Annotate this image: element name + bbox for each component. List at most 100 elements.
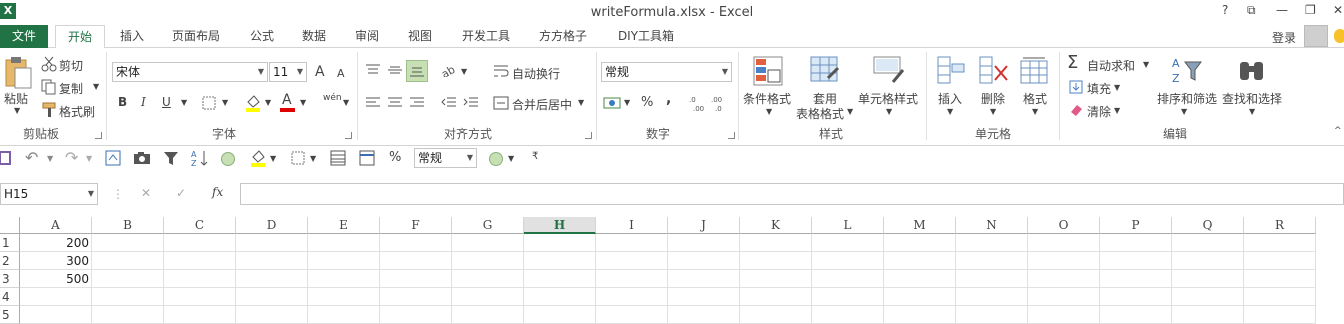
- chevron-down-icon[interactable]: ▼: [1114, 106, 1120, 115]
- copy-icon[interactable]: [41, 79, 57, 95]
- chevron-down-icon[interactable]: ▼: [1114, 83, 1120, 92]
- tab-fangfang[interactable]: 方方格子: [532, 25, 594, 48]
- column-header-j[interactable]: J: [668, 217, 740, 234]
- delete-cells-icon[interactable]: [979, 56, 1009, 86]
- font-name-select[interactable]: 宋体 ▼: [112, 62, 268, 82]
- chevron-down-icon[interactable]: ▼: [343, 98, 349, 107]
- chevron-down-icon[interactable]: ▼: [1249, 107, 1255, 116]
- cell-styles-button[interactable]: 单元格样式: [858, 90, 918, 107]
- sort-filter-icon[interactable]: AZ: [1171, 56, 1203, 86]
- insert-function-button[interactable]: fx: [212, 185, 223, 199]
- column-header-h[interactable]: H: [524, 217, 596, 234]
- copy-button[interactable]: 复制: [59, 80, 83, 97]
- delete-cells-button[interactable]: 删除: [981, 90, 1005, 107]
- column-header-p[interactable]: P: [1100, 217, 1172, 234]
- name-box[interactable]: H15 ▼: [0, 183, 98, 205]
- fill-down-icon[interactable]: [1069, 80, 1083, 94]
- chevron-down-icon[interactable]: ▼: [766, 107, 772, 116]
- tab-home[interactable]: 开始: [55, 25, 105, 49]
- percent-button[interactable]: %: [641, 95, 653, 110]
- camera-icon[interactable]: [133, 151, 151, 165]
- login-link[interactable]: 登录: [1272, 29, 1296, 46]
- close-button[interactable]: ✕: [1333, 3, 1343, 17]
- tab-review[interactable]: 审阅: [345, 25, 389, 48]
- grow-font-button[interactable]: A: [315, 64, 325, 80]
- column-header-o[interactable]: O: [1028, 217, 1100, 234]
- chevron-down-icon[interactable]: ▼: [1143, 60, 1149, 69]
- tab-view[interactable]: 视图: [398, 25, 442, 48]
- chevron-down-icon[interactable]: ▼: [93, 82, 99, 91]
- scissors-icon[interactable]: [41, 56, 57, 72]
- save-icon[interactable]: [0, 151, 12, 165]
- paste-icon[interactable]: [3, 56, 33, 90]
- merge-center-button[interactable]: 合并后居中: [512, 96, 572, 113]
- column-header-g[interactable]: G: [452, 217, 524, 234]
- decrease-indent-icon[interactable]: [441, 96, 457, 110]
- column-header-l[interactable]: L: [812, 217, 884, 234]
- alignment-launcher-icon[interactable]: [585, 132, 592, 139]
- fill-button[interactable]: 填充: [1087, 80, 1111, 97]
- format-as-table-icon[interactable]: [810, 56, 840, 86]
- number-launcher-icon[interactable]: [728, 132, 735, 139]
- chevron-down-icon[interactable]: ▼: [886, 107, 892, 116]
- chevron-down-icon[interactable]: ▼: [310, 154, 316, 163]
- italic-button[interactable]: I: [141, 95, 146, 109]
- column-header-d[interactable]: D: [236, 217, 308, 234]
- bold-button[interactable]: B: [118, 95, 127, 109]
- format-cells-icon[interactable]: [1020, 56, 1050, 86]
- fill-color-icon[interactable]: [245, 94, 261, 112]
- column-header-m[interactable]: M: [884, 217, 956, 234]
- sort-filter-button[interactable]: 排序和筛选: [1157, 90, 1217, 107]
- accounting-format-icon[interactable]: [603, 95, 621, 111]
- row-header-3[interactable]: 3: [0, 270, 20, 288]
- autosum-icon[interactable]: Σ: [1067, 52, 1078, 73]
- sort-az-icon[interactable]: AZ: [191, 149, 209, 167]
- tab-file[interactable]: 文件: [0, 25, 48, 48]
- collapse-ribbon-icon[interactable]: ^: [1334, 126, 1342, 136]
- increase-decimal-icon[interactable]: .0.00: [689, 94, 709, 112]
- enter-button[interactable]: ✓: [176, 186, 186, 200]
- column-header-q[interactable]: Q: [1172, 217, 1244, 234]
- wrap-text-icon[interactable]: [493, 64, 509, 78]
- font-launcher-icon[interactable]: [345, 132, 352, 139]
- conditional-formatting-button[interactable]: 条件格式: [743, 90, 791, 107]
- tab-data[interactable]: 数据: [292, 25, 336, 48]
- cut-button[interactable]: 剪切: [59, 57, 83, 74]
- chevron-down-icon[interactable]: ▼: [508, 154, 514, 163]
- percent-button[interactable]: %: [389, 150, 401, 165]
- cancel-entry-button[interactable]: ✕: [141, 186, 151, 200]
- column-header-a[interactable]: A: [20, 217, 92, 234]
- chevron-down-icon[interactable]: ▼: [47, 154, 53, 163]
- border-icon[interactable]: [291, 151, 305, 165]
- tab-developer[interactable]: 开发工具: [455, 25, 517, 48]
- chevron-down-icon[interactable]: ▼: [181, 98, 187, 107]
- tab-insert[interactable]: 插入: [110, 25, 154, 48]
- column-header-c[interactable]: C: [164, 217, 236, 234]
- redo-icon[interactable]: ↷: [65, 148, 78, 167]
- binoculars-icon[interactable]: [1237, 56, 1267, 84]
- clear-button[interactable]: 清除: [1087, 103, 1111, 120]
- clipboard-launcher-icon[interactable]: [95, 132, 102, 139]
- font-color-icon[interactable]: A: [282, 92, 292, 108]
- worksheet-grid[interactable]: ABCDEFGHIJKLMNOPQR 12345 200 300 500: [0, 217, 1344, 324]
- conditional-formatting-icon[interactable]: [753, 56, 783, 86]
- cell-a3[interactable]: 500: [20, 270, 92, 288]
- ribbon-display-options-icon[interactable]: ⧉: [1247, 3, 1256, 18]
- table-icon[interactable]: [330, 150, 346, 166]
- paste-button[interactable]: 粘贴: [4, 90, 28, 107]
- fill-circle-icon[interactable]: [489, 152, 503, 166]
- insert-cells-button[interactable]: 插入: [938, 90, 962, 107]
- formula-input[interactable]: [240, 183, 1344, 205]
- format-painter-button[interactable]: 格式刷: [59, 103, 95, 120]
- eraser-icon[interactable]: [1069, 103, 1083, 117]
- chevron-down-icon[interactable]: ▼: [86, 154, 92, 163]
- chevron-down-icon[interactable]: ▼: [270, 154, 276, 163]
- help-button[interactable]: ?: [1222, 3, 1228, 17]
- select-all-corner[interactable]: [0, 217, 20, 234]
- qat-number-format-select[interactable]: 常规 ▼: [414, 148, 477, 168]
- customize-qat-icon[interactable]: ₹: [532, 151, 538, 162]
- chevron-down-icon[interactable]: ▼: [1032, 107, 1038, 116]
- right-align-icon[interactable]: [409, 96, 425, 110]
- orientation-icon[interactable]: ab: [441, 63, 459, 77]
- smiley-feedback-icon[interactable]: [1334, 29, 1344, 43]
